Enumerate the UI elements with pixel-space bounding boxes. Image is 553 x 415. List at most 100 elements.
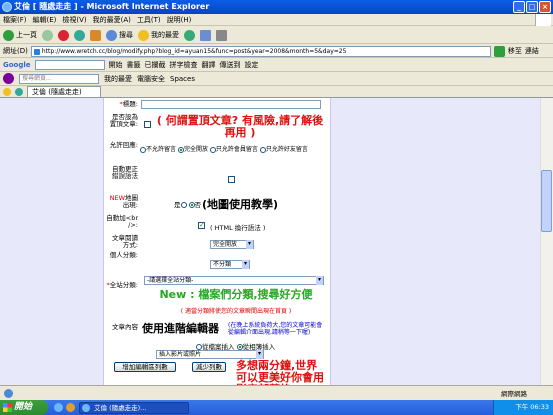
yahoo-spaces[interactable]: Spaces [170, 75, 195, 83]
google-go-button[interactable]: 開始 [109, 60, 123, 70]
forward-button[interactable] [42, 29, 53, 41]
google-bookmarks[interactable]: 書籤 [127, 60, 141, 70]
editor-hint: (在晚上系統負荷大,您的文章可能會從編輯介面出現,請稍等一下喔) [228, 322, 323, 336]
links-button[interactable]: 連結 [525, 46, 539, 56]
back-arrow-icon [3, 29, 14, 41]
site-cat-label: *全站分類: [106, 281, 138, 289]
start-button[interactable]: 開始 [0, 400, 48, 415]
search-icon [106, 29, 117, 41]
menu-edit[interactable]: 編輯(E) [33, 14, 57, 25]
ie-logo-icon [2, 2, 12, 12]
mail-button[interactable] [200, 29, 211, 41]
go-arrow-icon[interactable] [493, 45, 505, 57]
quicklaunch-ie-icon[interactable] [54, 403, 63, 412]
google-send-to[interactable]: 傳送到 [220, 60, 241, 70]
google-spellcheck[interactable]: 拼字檢查 [170, 60, 198, 70]
menu-help[interactable]: 說明(H) [167, 14, 192, 25]
home-icon [90, 29, 101, 41]
maximize-button[interactable]: □ [526, 1, 538, 13]
stop-icon [58, 29, 69, 41]
yahoo-toolbar: 搜尋網頁... 我的最愛 電腦安全 Spaces [0, 72, 553, 86]
menu-view[interactable]: 檢視(V) [62, 14, 86, 25]
google-search-input[interactable] [34, 59, 105, 70]
map-help-link[interactable]: (地圖使用教學) [202, 196, 278, 212]
map-label: NEW地圖出現: [109, 194, 138, 209]
yahoo-search-input[interactable]: 搜尋網頁... [19, 73, 99, 84]
system-tray: 下午 06:33 [493, 400, 553, 415]
post-form: *標題: 是否設為置頂文章: ( 何謂置頂文章? 有風險,請了解後再用 ) 允許… [106, 98, 326, 385]
site-cat-new-note: New : 檔案們分類,搜尋好方便 [159, 288, 313, 301]
html-note: ( HTML 換行語法 ) [210, 224, 266, 232]
reply-options: 不允許留言 完全開放 只允許會員留言 只允許好友留言 [140, 146, 326, 153]
map-options: 是 否 [174, 201, 202, 209]
advanced-editor-link[interactable]: 使用進階編輯器 [142, 320, 219, 336]
yahoo-favorites[interactable]: 我的最愛 [104, 74, 132, 84]
correct-label: 自動更正錯誤語法 [112, 165, 138, 180]
menu-file[interactable]: 檔案(F) [3, 14, 27, 25]
refresh-icon [74, 29, 85, 41]
menu-bar: 檔案(F) 編輯(E) 檢視(V) 我的最愛(A) 工具(T) 說明(H) [0, 14, 553, 26]
status-bar: 網際網路 [0, 385, 553, 400]
stop-button[interactable] [58, 29, 69, 41]
add-favorites-icon[interactable] [15, 87, 23, 96]
visibility-select[interactable]: 完全開放 [210, 240, 254, 249]
clock: 下午 06:33 [515, 403, 549, 411]
br-checkbox[interactable]: ✓ [198, 222, 205, 229]
tab-bar: 艾倫 (隨處走走) [0, 86, 553, 98]
favorites-button[interactable]: 我的最愛 [138, 29, 179, 41]
back-button[interactable]: 上一頁 [3, 29, 37, 41]
home-button[interactable] [90, 29, 101, 41]
mail-icon [200, 29, 211, 41]
title-bar: 艾倫 [ 隨處走走 ] - Microsoft Internet Explore… [0, 0, 553, 14]
media-button[interactable] [184, 29, 195, 41]
address-bar: 網址(D) http://www.wretch.cc/blog/modify.p… [0, 45, 553, 58]
pin-label: 是否設為置頂文章: [109, 113, 138, 128]
star-icon [138, 29, 149, 41]
title-input[interactable] [141, 100, 321, 109]
site-cat-select[interactable]: -請選擇全站分類- [144, 276, 324, 285]
page-content: *標題: 是否設為置頂文章: ( 何謂置頂文章? 有風險,請了解後再用 ) 允許… [0, 98, 540, 385]
address-input[interactable]: http://www.wretch.cc/blog/modify.php?blo… [30, 45, 491, 57]
taskbar: 開始 艾倫 (隨處走走)... 下午 06:33 [0, 400, 553, 415]
title-label: *標題: [119, 100, 138, 108]
vertical-scrollbar[interactable] [540, 98, 553, 385]
standard-toolbar: 上一頁 搜尋 我的最愛 [0, 27, 553, 44]
menu-tools[interactable]: 工具(T) [137, 14, 161, 25]
tab-current[interactable]: 艾倫 (隨處走走) [27, 86, 101, 97]
search-button[interactable]: 搜尋 [106, 29, 133, 41]
map-radio-yes[interactable] [180, 202, 187, 208]
yahoo-security[interactable]: 電腦安全 [137, 74, 165, 84]
personal-cat-label: 個人分類: [109, 251, 138, 259]
zone-text: 網際網路 [501, 390, 527, 398]
reply-label: 允許回應: [109, 141, 138, 149]
personal-cat-select[interactable]: 不分類 [210, 260, 250, 269]
google-settings[interactable]: 設定 [245, 60, 259, 70]
favorites-star-icon[interactable] [3, 87, 11, 96]
left-panel [0, 98, 104, 385]
windows-logo-icon [535, 14, 551, 26]
taskbar-window[interactable]: 艾倫 (隨處走走)... [79, 401, 189, 414]
google-blocked[interactable]: 已攔截 [145, 60, 166, 70]
pin-checkbox[interactable] [144, 121, 151, 128]
correct-checkbox[interactable] [228, 176, 235, 183]
print-button[interactable] [216, 29, 227, 41]
close-button[interactable]: × [539, 1, 551, 13]
site-cat-hint: ( 適當分類將使您的文章瞬間出現在首頁 ) [180, 308, 292, 315]
media-select[interactable]: 插入影片或照片 [156, 350, 264, 359]
google-toolbar: Google 開始 書籤 已攔截 拼字檢查 翻譯 傳送到 設定 [0, 58, 553, 72]
yahoo-logo-icon [3, 73, 14, 84]
quicklaunch-desktop-icon[interactable] [66, 403, 75, 412]
visibility-label: 文章閱讀方式: [112, 234, 138, 249]
print-icon [216, 29, 227, 41]
go-button[interactable]: 移至 [508, 46, 522, 56]
minimize-button[interactable]: _ [513, 1, 525, 13]
ie-window: 艾倫 [ 隨處走走 ] - Microsoft Internet Explore… [0, 0, 553, 400]
forward-arrow-icon [42, 29, 53, 41]
refresh-button[interactable] [74, 29, 85, 41]
pin-note[interactable]: ( 何謂置頂文章? 有風險,請了解後再用 ) [154, 115, 326, 139]
scrollbar-thumb[interactable] [541, 170, 552, 232]
bottom-note: 多想兩分鐘,世界可以更美好你會用影音部落格 [236, 359, 324, 386]
google-translate[interactable]: 翻譯 [202, 60, 216, 70]
menu-favorites[interactable]: 我的最愛(A) [93, 14, 131, 25]
editor-label: 文章內容 [112, 323, 138, 331]
